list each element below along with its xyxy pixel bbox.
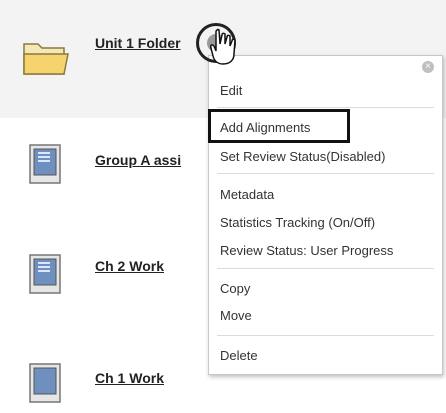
assignment-icon: [20, 358, 70, 408]
context-menu: × Edit Add Alignments Set Review Status(…: [208, 55, 443, 375]
highlight-box: [208, 109, 350, 143]
assignment-icon: [20, 139, 70, 189]
menu-separator: [217, 107, 434, 108]
menu-item-copy[interactable]: Copy: [209, 276, 442, 302]
menu-separator: [217, 173, 434, 174]
menu-separator: [217, 335, 434, 336]
assignment-icon: [20, 249, 70, 299]
hand-cursor-icon: [206, 26, 240, 66]
row-title[interactable]: Group A assi: [95, 152, 181, 168]
menu-item-move[interactable]: Move: [209, 303, 442, 329]
row-title[interactable]: Unit 1 Folder: [95, 35, 181, 51]
menu-item-label: Copy: [220, 281, 251, 296]
menu-item-label: Statistics Tracking (On/Off): [220, 215, 376, 230]
close-icon[interactable]: ×: [422, 61, 434, 73]
menu-item-label: Edit: [220, 83, 243, 98]
menu-item-set-review-status[interactable]: Set Review Status(Disabled): [209, 144, 442, 170]
menu-item-label: Move: [220, 308, 252, 323]
menu-item-statistics-tracking[interactable]: Statistics Tracking (On/Off): [209, 210, 442, 236]
menu-separator: [217, 268, 434, 269]
menu-item-metadata[interactable]: Metadata: [209, 182, 442, 208]
menu-item-label: Review Status: User Progress: [220, 243, 394, 258]
menu-item-review-status-user-progress[interactable]: Review Status: User Progress: [209, 238, 442, 264]
folder-icon: [20, 34, 70, 84]
row-title[interactable]: Ch 1 Work: [95, 370, 164, 386]
row-title[interactable]: Ch 2 Work: [95, 258, 164, 274]
menu-item-label: Delete: [220, 348, 258, 363]
menu-item-edit[interactable]: Edit: [209, 78, 442, 104]
menu-header: ×: [209, 56, 442, 78]
menu-item-delete[interactable]: Delete: [209, 343, 442, 369]
menu-item-label: Set Review Status(Disabled): [220, 149, 386, 164]
menu-item-label: Metadata: [220, 187, 275, 202]
